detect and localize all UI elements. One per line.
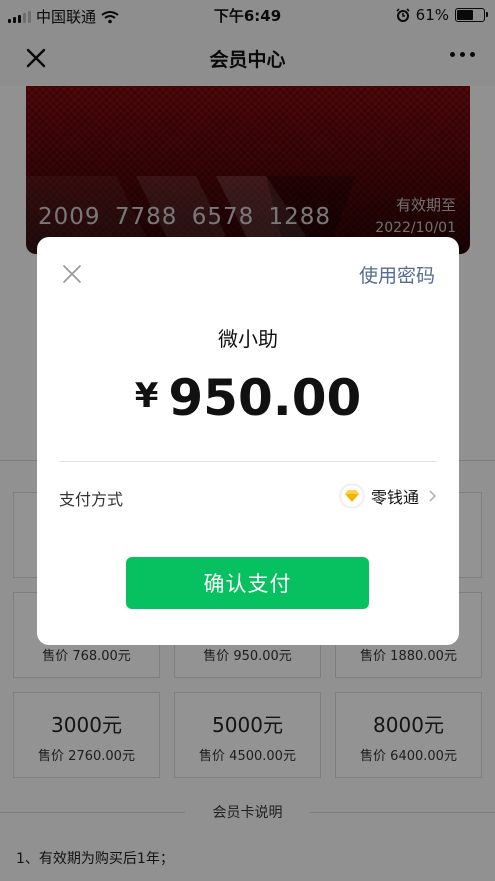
payment-amount: ¥950.00 bbox=[37, 369, 459, 427]
modal-divider bbox=[59, 461, 437, 462]
close-icon[interactable] bbox=[62, 264, 82, 284]
diamond-icon bbox=[340, 485, 363, 507]
chevron-right-icon bbox=[429, 490, 437, 502]
amount-value: 950.00 bbox=[168, 369, 362, 427]
use-password-link[interactable]: 使用密码 bbox=[359, 261, 435, 288]
currency-symbol: ¥ bbox=[134, 376, 159, 416]
payment-dialog: 使用密码 微小助 ¥950.00 支付方式 零钱通 确认支付 bbox=[37, 237, 459, 645]
payment-method-value: 零钱通 bbox=[370, 488, 419, 507]
confirm-payment-button[interactable]: 确认支付 bbox=[126, 557, 369, 609]
payment-method-selector[interactable]: 零钱通 bbox=[340, 484, 437, 508]
merchant-name: 微小助 bbox=[218, 327, 278, 351]
payment-method-label: 支付方式 bbox=[59, 490, 124, 509]
